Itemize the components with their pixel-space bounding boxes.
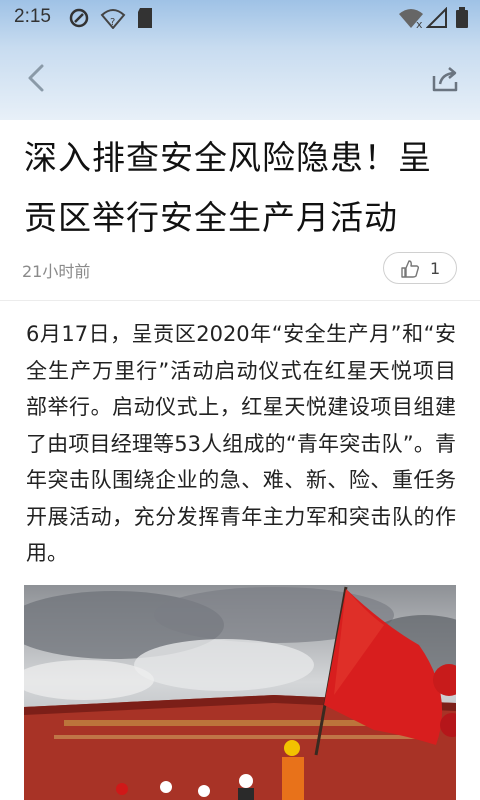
event-photo-image — [24, 585, 456, 800]
app-header: 2:15 ? x — [0, 0, 480, 120]
wifi-signal-icon: x — [399, 9, 423, 29]
svg-text:?: ? — [110, 17, 115, 28]
back-arrow-icon[interactable] — [20, 60, 56, 96]
cell-signal-icon — [426, 7, 447, 28]
publish-time: 21小时前 — [22, 262, 91, 281]
status-time: 2:15 — [14, 6, 51, 27]
status-bar: 2:15 ? x — [0, 0, 480, 36]
vpn-icon — [69, 8, 89, 28]
article-photo — [24, 585, 456, 800]
nav-bar — [0, 48, 480, 112]
svg-text:x: x — [416, 18, 423, 29]
share-icon[interactable] — [428, 64, 462, 94]
battery-icon — [456, 7, 468, 28]
like-button[interactable]: 1 — [383, 252, 457, 284]
thumbs-up-icon — [401, 260, 420, 278]
sd-card-icon — [138, 8, 152, 28]
article-paragraph: 6月17日，呈贡区2020年“安全生产月”和“安全生产万里行”活动启动仪式在红星… — [26, 322, 456, 565]
article-title: 深入排查安全风险隐患！呈贡区举行安全生产月活动 — [24, 138, 432, 237]
wifi-off-icon: ? — [100, 9, 126, 29]
divider — [0, 300, 480, 301]
like-count: 1 — [430, 259, 441, 278]
